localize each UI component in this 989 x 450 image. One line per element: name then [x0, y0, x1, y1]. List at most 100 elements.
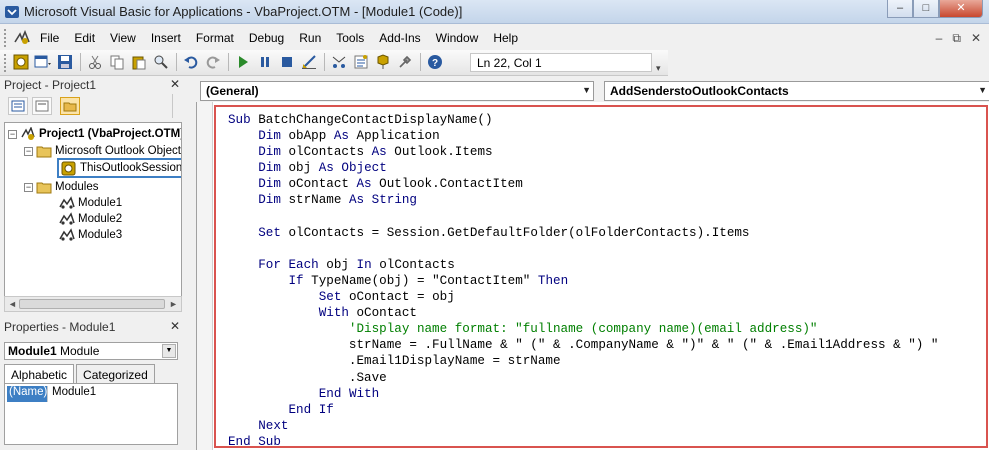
code-line[interactable]: With oContact — [228, 305, 938, 321]
code-line[interactable]: Sub BatchChangeContactDisplayName() — [228, 112, 938, 128]
redo-icon[interactable] — [204, 53, 222, 71]
project-explorer-icon[interactable] — [330, 53, 348, 71]
paste-icon[interactable] — [130, 53, 148, 71]
collapse-icon[interactable]: − — [8, 129, 17, 139]
code-line[interactable]: Dim oContact As Outlook.ContactItem — [228, 176, 938, 192]
property-name: (Name) — [7, 386, 47, 402]
reset-icon[interactable] — [278, 53, 296, 71]
toggle-folders-button[interactable] — [60, 97, 80, 115]
properties-pane: Properties - Module1 ✕ Module1 Module ▼ … — [0, 318, 184, 450]
code-line[interactable]: End If — [228, 402, 938, 418]
object-dropdown[interactable]: Module1 Module ▼ — [4, 342, 178, 360]
pane-splitter[interactable] — [172, 94, 182, 118]
tree-node-label: Module1 — [78, 197, 123, 209]
tree-node-module1[interactable]: Module1 — [59, 195, 122, 211]
project-pane-toolbar — [0, 94, 184, 118]
collapse-icon[interactable]: − — [24, 146, 33, 156]
code-line[interactable]: End With — [228, 386, 938, 402]
design-mode-icon[interactable] — [300, 53, 318, 71]
mdi-restore-button[interactable]: ⧉ — [952, 31, 961, 46]
menu-debug[interactable]: Debug — [249, 31, 284, 45]
menu-file[interactable]: File — [40, 31, 59, 45]
run-icon[interactable] — [234, 53, 252, 71]
scroll-left-icon[interactable]: ◄ — [8, 299, 17, 309]
scroll-right-icon[interactable]: ► — [169, 299, 178, 309]
procedure-combo[interactable]: AddSenderstoOutlookContacts ▼ — [604, 81, 989, 101]
tree-node-thisoutlooksession[interactable]: ThisOutlookSession — [57, 158, 181, 178]
property-row[interactable]: (Name) Module1 — [7, 386, 175, 402]
code-line[interactable]: End Sub — [228, 434, 938, 446]
code-line[interactable]: Set olContacts = Session.GetDefaultFolde… — [228, 225, 938, 241]
properties-window-icon[interactable] — [352, 53, 370, 71]
tab-alphabetic[interactable]: Alphabetic — [4, 364, 75, 384]
menu-window[interactable]: Window — [436, 31, 479, 45]
margin-indicator-bar[interactable] — [197, 102, 213, 450]
code-line[interactable]: For Each obj In olContacts — [228, 257, 938, 273]
menu-insert[interactable]: Insert — [151, 31, 181, 45]
undo-icon[interactable] — [182, 53, 200, 71]
save-icon[interactable] — [56, 53, 74, 71]
project-tree-horizontal-scrollbar[interactable]: ◄ ► — [4, 296, 182, 312]
project-icon — [21, 127, 35, 140]
menu-run[interactable]: Run — [299, 31, 321, 45]
code-line[interactable]: .Email1DisplayName = strName — [228, 353, 938, 369]
code-line[interactable]: .Save — [228, 370, 938, 386]
project-pane-close-icon[interactable]: ✕ — [170, 77, 180, 91]
code-text[interactable]: Sub BatchChangeContactDisplayName() Dim … — [228, 112, 939, 446]
minimize-button[interactable]: – — [887, 0, 913, 18]
insert-module-icon[interactable] — [34, 53, 52, 71]
project-explorer-pane: Project - Project1 ✕ − Project1 (VbaProj… — [0, 76, 184, 312]
collapse-icon[interactable]: − — [24, 182, 33, 192]
code-line[interactable] — [228, 209, 938, 225]
menu-edit[interactable]: Edit — [74, 31, 95, 45]
code-line[interactable]: strName = .FullName & " (" & .CompanyNam… — [228, 337, 939, 353]
toolbar-options-icon[interactable]: ▾ — [656, 63, 661, 74]
tree-node-outlook-objects[interactable]: − Microsoft Outlook Objects — [24, 143, 181, 159]
scroll-thumb[interactable] — [19, 299, 165, 309]
copy-icon[interactable] — [108, 53, 126, 71]
code-line[interactable]: Next — [228, 418, 938, 434]
break-icon[interactable] — [256, 53, 274, 71]
menu-tools[interactable]: Tools — [336, 31, 364, 45]
code-line[interactable]: If TypeName(obj) = "ContactItem" Then — [228, 273, 938, 289]
toolbar-separator — [80, 53, 81, 71]
menu-format[interactable]: Format — [196, 31, 234, 45]
cut-icon[interactable] — [86, 53, 104, 71]
view-outlook-icon[interactable] — [12, 53, 30, 71]
help-icon[interactable]: ? — [426, 53, 444, 71]
code-line[interactable]: Dim obApp As Application — [228, 128, 938, 144]
tree-node-module2[interactable]: Module2 — [59, 211, 122, 227]
chevron-down-icon[interactable]: ▼ — [582, 85, 591, 95]
menu-view[interactable]: View — [110, 31, 136, 45]
menu-add-ins[interactable]: Add-Ins — [379, 31, 420, 45]
tree-node-project1[interactable]: − Project1 (VbaProject.OTM) — [8, 126, 181, 142]
view-object-button[interactable] — [32, 97, 52, 115]
tab-categorized[interactable]: Categorized — [76, 364, 155, 384]
code-line[interactable]: Dim obj As Object — [228, 160, 938, 176]
find-icon[interactable] — [152, 53, 170, 71]
mdi-minimize-button[interactable]: – — [936, 31, 943, 46]
code-line[interactable]: Dim strName As String — [228, 192, 938, 208]
toolbox-icon[interactable] — [396, 53, 414, 71]
mdi-close-button[interactable]: ✕ — [971, 31, 981, 46]
maximize-button[interactable]: □ — [913, 0, 939, 18]
code-line[interactable] — [228, 241, 938, 257]
view-code-button[interactable] — [8, 97, 28, 115]
tree-node-modules[interactable]: − Modules — [24, 179, 98, 195]
code-line[interactable]: Set oContact = obj — [228, 289, 938, 305]
menu-help[interactable]: Help — [493, 31, 518, 45]
property-value[interactable]: Module1 — [47, 386, 96, 402]
close-button[interactable]: ✕ — [939, 0, 983, 18]
code-editor[interactable]: Sub BatchChangeContactDisplayName() Dim … — [196, 102, 989, 450]
properties-pane-close-icon[interactable]: ✕ — [170, 319, 180, 333]
object-browser-icon[interactable] — [374, 53, 392, 71]
vba-menu-icon[interactable] — [13, 30, 31, 46]
toolbar-grip[interactable] — [4, 54, 8, 72]
code-line[interactable]: Dim olContacts As Outlook.Items — [228, 144, 938, 160]
tree-node-module3[interactable]: Module3 — [59, 227, 122, 243]
chevron-down-icon[interactable]: ▼ — [978, 85, 987, 95]
code-line[interactable]: 'Display name format: "fullname (company… — [228, 321, 938, 337]
menubar-grip[interactable] — [4, 29, 8, 47]
object-combo[interactable]: (General) ▼ — [200, 81, 594, 101]
chevron-down-icon[interactable]: ▼ — [162, 344, 176, 358]
